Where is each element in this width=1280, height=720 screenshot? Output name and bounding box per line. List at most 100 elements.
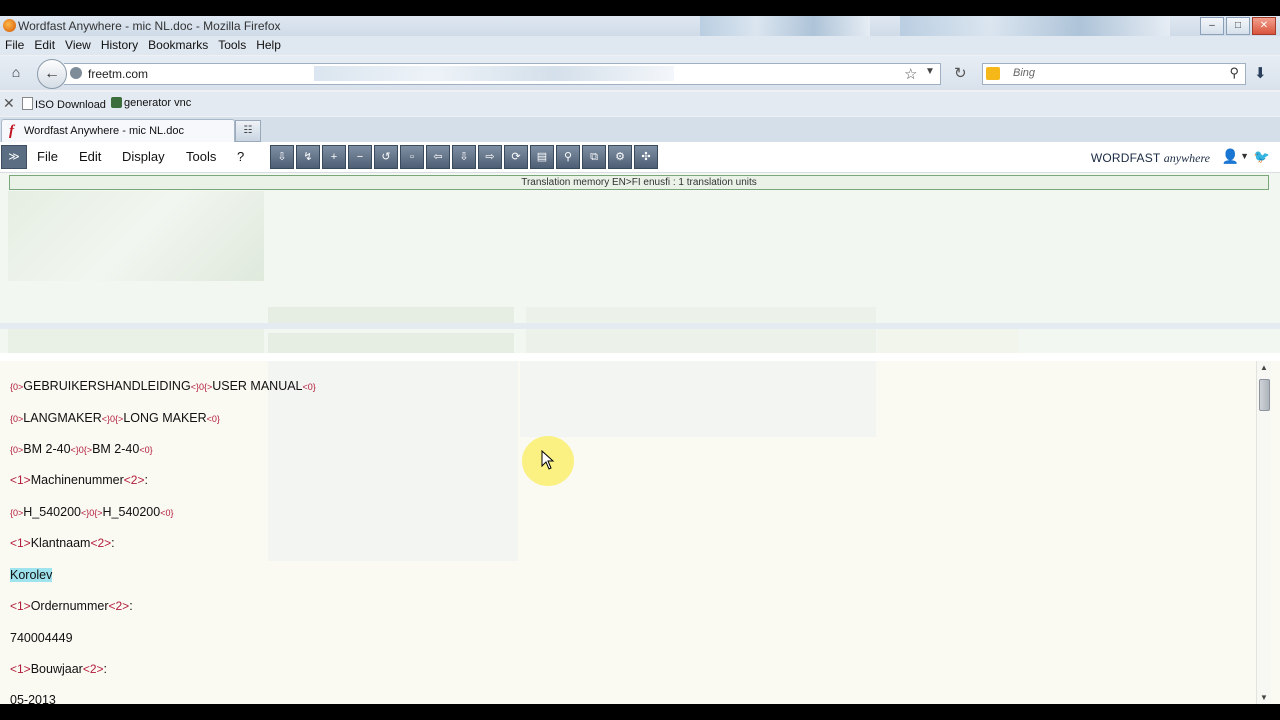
menu-view[interactable]: View (60, 36, 96, 55)
title-bar: Wordfast Anywhere - mic NL.doc - Mozilla… (0, 16, 1280, 36)
tag-marker: <0} (302, 382, 316, 392)
expand-segment-icon[interactable]: + (322, 145, 346, 169)
segment-row[interactable]: <1>Bouwjaar<2>: (10, 662, 107, 676)
tag-marker: <0} (206, 414, 220, 424)
minimize-button[interactable]: – (1200, 17, 1224, 35)
shrink-segment-icon[interactable]: − (348, 145, 372, 169)
segment-row[interactable]: <1>Ordernummer<2>: (10, 599, 133, 613)
target-text: USER MANUAL (212, 379, 303, 393)
tag-marker: <1> (10, 473, 31, 487)
bookmark-label: generator vnc (124, 97, 192, 109)
target-text: : (129, 599, 133, 613)
segment-row[interactable]: <1>Klantnaam<2>: (10, 536, 115, 550)
chevron-down-icon[interactable]: ▼ (1240, 151, 1249, 161)
previous-icon[interactable]: ⇦ (426, 145, 450, 169)
chevron-down-icon[interactable]: ▼ (925, 66, 935, 77)
tag-marker: <0} (139, 445, 153, 455)
firefox-icon (3, 19, 16, 32)
commit-segment-icon[interactable]: ↯ (296, 145, 320, 169)
copy-source-icon[interactable]: ▫ (400, 145, 424, 169)
site-identity-icon[interactable] (70, 67, 82, 79)
back-arrow-icon[interactable]: ← (37, 59, 67, 89)
twitter-icon[interactable]: 🐦 (1254, 149, 1270, 165)
search-icon[interactable]: ⚲ (1229, 65, 1239, 81)
source-text: 740004449 (10, 631, 73, 645)
tag-marker: {0> (10, 508, 24, 518)
segment-row[interactable]: <1>Machinenummer<2>: (10, 473, 148, 487)
faint-overlay (520, 361, 876, 437)
brand-sub: anywhere (1163, 151, 1210, 165)
menu-bookmarks[interactable]: Bookmarks (143, 36, 213, 55)
app-menu-file[interactable]: File (37, 149, 58, 164)
bing-icon[interactable] (986, 67, 1000, 80)
app-menu-tools[interactable]: Tools (186, 149, 216, 164)
forward-icon[interactable]: ⇨ (478, 145, 502, 169)
tag-marker: {0> (10, 445, 24, 455)
editor-scrollbar[interactable]: ▲ ▼ (1256, 361, 1271, 704)
blurred-region (314, 66, 674, 81)
close-icon[interactable]: ✕ (3, 95, 15, 112)
app-menu-display[interactable]: Display (122, 149, 165, 164)
settings-icon[interactable]: ⚙ (608, 145, 632, 169)
target-text: BM 2-40 (92, 442, 140, 456)
menu-help[interactable]: Help (251, 36, 286, 55)
bookmark-generator-vnc[interactable]: generator vnc (111, 97, 191, 109)
segment-row[interactable]: {0>LANGMAKER<}0{>LONG MAKER<0} (10, 411, 220, 425)
scroll-thumb[interactable] (1259, 379, 1270, 411)
glossary-icon[interactable]: ▤ (530, 145, 554, 169)
segment-row[interactable]: 05-2013 (10, 693, 56, 704)
collapse-panel-button[interactable]: ≫ (1, 145, 27, 169)
machine-translation-icon[interactable]: ✣ (634, 145, 658, 169)
close-button[interactable]: ✕ (1252, 17, 1276, 35)
reload-icon[interactable]: ↻ (954, 64, 967, 82)
segment-row[interactable]: {0>GEBRUIKERSHANDLEIDING<}0{>USER MANUAL… (10, 379, 316, 393)
window-title: Wordfast Anywhere - mic NL.doc - Mozilla… (18, 19, 281, 33)
segment-row[interactable]: {0>BM 2-40<}0{>BM 2-40<0} (10, 442, 153, 456)
segment-row[interactable]: {0>H_540200<}0{>H_540200<0} (10, 505, 174, 519)
home-icon[interactable]: ⌂ (6, 64, 26, 82)
bookmark-iso-download[interactable]: ISO Download (22, 97, 106, 111)
tag-marker: <}0{> (80, 508, 103, 518)
app-menu-help[interactable]: ? (237, 149, 244, 164)
tag-marker: <2> (123, 473, 145, 487)
user-icon[interactable]: 👤 (1222, 148, 1239, 165)
menu-history[interactable]: History (96, 36, 143, 55)
refresh-icon[interactable]: ⟳ (504, 145, 528, 169)
menu-file[interactable]: File (0, 36, 29, 55)
bookmarks-bar: ✕ ISO Download generator vnc (0, 92, 1280, 116)
url-bar[interactable]: freetm.com (64, 63, 941, 85)
tag-marker: <2> (90, 536, 112, 550)
scroll-down-icon[interactable]: ▼ (1260, 693, 1268, 702)
segment-row-active[interactable]: Korolev (10, 568, 53, 582)
tag-marker: <1> (10, 662, 31, 676)
tag-marker: <}0{> (70, 445, 93, 455)
pane-splitter[interactable] (0, 323, 1280, 329)
next-segment-icon[interactable]: ⇩ (270, 145, 294, 169)
segment-row[interactable]: 740004449 (10, 631, 73, 645)
scroll-up-icon[interactable]: ▲ (1260, 363, 1268, 372)
tab-wordfast[interactable]: f Wordfast Anywhere - mic NL.doc (1, 119, 235, 143)
restore-source-icon[interactable]: ↺ (374, 145, 398, 169)
source-text: Ordernummer (30, 599, 109, 613)
tm-header: Translation memory EN>FI enusfi : 1 tran… (9, 175, 1269, 190)
concordance-icon[interactable]: ⧉ (582, 145, 606, 169)
source-text: Machinenummer (30, 473, 124, 487)
tag-marker: <1> (10, 536, 31, 550)
brand-logo: WORDFAST anywhere (1091, 151, 1210, 166)
star-icon[interactable]: ☆ (904, 65, 917, 83)
maximize-button[interactable]: □ (1226, 17, 1250, 35)
search-bar[interactable]: Bing ⚲ (982, 63, 1246, 85)
tag-marker: <}0{> (101, 414, 124, 424)
menu-edit[interactable]: Edit (29, 36, 60, 55)
app-menu-edit[interactable]: Edit (79, 149, 101, 164)
source-text: BM 2-40 (23, 442, 71, 456)
tag-marker: <1> (10, 599, 31, 613)
down-icon[interactable]: ⇩ (452, 145, 476, 169)
download-icon[interactable]: ⬇ (1254, 64, 1267, 82)
menu-tools[interactable]: Tools (213, 36, 251, 55)
target-text: : (111, 536, 115, 550)
editor-pane[interactable]: {0>GEBRUIKERSHANDLEIDING<}0{>USER MANUAL… (0, 361, 1280, 704)
search-icon[interactable]: ⚲ (556, 145, 580, 169)
new-tab-button[interactable]: ☷ (235, 120, 261, 142)
blurred-row (526, 307, 876, 353)
